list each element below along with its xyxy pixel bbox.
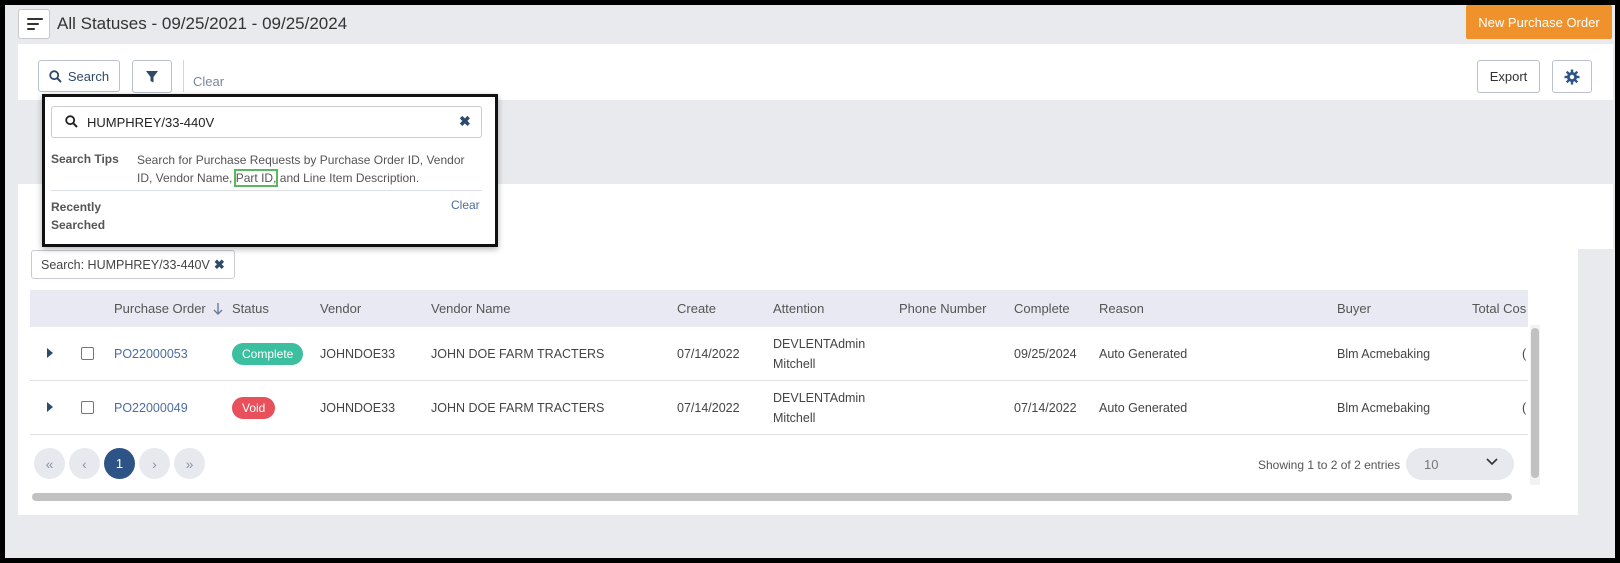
clear-filters-link[interactable]: Clear xyxy=(193,74,224,89)
toolbar: Search Clear Export xyxy=(18,44,1613,100)
attention-cell: DEVLENTAdmin xyxy=(773,337,866,351)
column-header-create[interactable]: Create xyxy=(677,301,716,316)
recently-searched-label: Recently Searched xyxy=(51,200,106,232)
total-cost-cell: ( xyxy=(1522,401,1527,415)
column-header-vendor-name[interactable]: Vendor Name xyxy=(431,301,511,316)
page-title: All Statuses - 09/25/2021 - 09/25/2024 xyxy=(57,14,348,33)
attention-cell-line2: Mitchell xyxy=(773,357,816,371)
attention-cell-line2: Mitchell xyxy=(773,411,816,425)
last-page-button[interactable]: » xyxy=(174,448,205,479)
chevron-left-icon: ‹ xyxy=(82,455,87,472)
menu-line-icon xyxy=(27,23,39,25)
vertical-scrollbar[interactable] xyxy=(1530,325,1540,485)
chevron-down-icon xyxy=(1486,458,1498,466)
vendor-cell: JOHNDOE33 xyxy=(320,401,396,415)
gear-icon xyxy=(1564,69,1580,84)
toolbar-divider xyxy=(183,60,184,92)
create-date-cell: 07/14/2022 xyxy=(677,401,740,415)
complete-date-cell: 09/25/2024 xyxy=(1014,347,1077,361)
search-icon xyxy=(65,115,78,128)
page-1-button[interactable]: 1 xyxy=(104,448,135,479)
search-tips-label: Search Tips xyxy=(51,152,119,166)
chevron-right-icon: › xyxy=(152,455,157,472)
column-header-purchase-order[interactable]: Purchase Order xyxy=(114,301,206,316)
sort-arrow-down-icon[interactable] xyxy=(213,303,223,315)
column-header-attention[interactable]: Attention xyxy=(773,301,824,316)
table-row[interactable]: PO22000053 Complete JOHNDOE33 JOHN DOE F… xyxy=(30,327,1528,381)
create-date-cell: 07/14/2022 xyxy=(677,347,740,361)
page-size-value: 10 xyxy=(1424,456,1439,472)
active-search-chip[interactable]: Search: HUMPHREY/33-440V ✖ xyxy=(31,250,235,279)
popup-divider xyxy=(51,190,482,191)
vertical-scrollbar-thumb[interactable] xyxy=(1531,328,1539,478)
export-button[interactable]: Export xyxy=(1477,60,1540,93)
search-tips-text: Search for Purchase Requests by Purchase… xyxy=(137,151,477,187)
vendor-name-cell: JOHN DOE FARM TRACTERS xyxy=(431,347,605,361)
next-page-button[interactable]: › xyxy=(139,448,170,479)
search-input[interactable]: HUMPHREY/33-440V ✖ xyxy=(51,106,482,138)
search-popup: HUMPHREY/33-440V ✖ Search Tips Search fo… xyxy=(42,94,498,247)
table-header: Purchase Order Status Vendor Vendor Name… xyxy=(30,290,1528,327)
previous-page-button[interactable]: ‹ xyxy=(69,448,100,479)
horizontal-scrollbar[interactable] xyxy=(32,493,1512,501)
clear-search-icon[interactable]: ✖ xyxy=(459,113,471,130)
entries-summary: Showing 1 to 2 of 2 entries xyxy=(1258,458,1401,472)
remove-filter-icon[interactable]: ✖ xyxy=(214,257,225,273)
new-purchase-order-button[interactable]: New Purchase Order xyxy=(1466,5,1612,39)
row-checkbox[interactable] xyxy=(81,401,94,414)
status-badge: Void xyxy=(232,397,276,419)
vendor-cell: JOHNDOE33 xyxy=(320,347,396,361)
hamburger-menu-button[interactable] xyxy=(18,9,50,39)
first-page-button[interactable]: « xyxy=(34,448,65,479)
search-input-value: HUMPHREY/33-440V xyxy=(87,115,215,130)
total-cost-cell: ( xyxy=(1522,347,1527,361)
search-icon xyxy=(49,69,62,83)
row-checkbox[interactable] xyxy=(81,347,94,360)
column-header-total-cost[interactable]: Total Cos xyxy=(1472,301,1526,316)
page-size-select[interactable]: 10 xyxy=(1406,448,1514,480)
search-button-label: Search xyxy=(67,68,110,84)
expand-row-icon[interactable] xyxy=(47,348,53,358)
reason-cell: Auto Generated xyxy=(1099,347,1188,361)
settings-button[interactable] xyxy=(1552,60,1592,93)
po-link[interactable]: PO22000053 xyxy=(114,347,188,361)
filter-icon xyxy=(146,70,158,82)
column-header-reason[interactable]: Reason xyxy=(1099,301,1144,316)
column-header-phone-number[interactable]: Phone Number xyxy=(899,301,986,316)
attention-cell: DEVLENTAdmin xyxy=(773,391,866,405)
column-header-complete[interactable]: Complete xyxy=(1014,301,1070,316)
reason-cell: Auto Generated xyxy=(1099,401,1188,415)
expand-row-icon[interactable] xyxy=(47,402,53,412)
filter-button[interactable] xyxy=(132,60,172,93)
purchase-order-table: Purchase Order Status Vendor Vendor Name… xyxy=(30,290,1528,438)
buyer-cell: Blm Acmebaking xyxy=(1337,347,1431,361)
complete-date-cell: 07/14/2022 xyxy=(1014,401,1077,415)
app-frame: All Statuses - 09/25/2021 - 09/25/2024 N… xyxy=(5,5,1615,558)
table-row[interactable]: PO22000049 Void JOHNDOE33 JOHN DOE FARM … xyxy=(30,381,1528,435)
search-button[interactable]: Search xyxy=(38,60,120,92)
menu-line-icon xyxy=(27,28,35,30)
active-search-chip-label: Search: HUMPHREY/33-440V xyxy=(41,257,210,272)
column-header-status[interactable]: Status xyxy=(232,301,269,316)
po-link[interactable]: PO22000049 xyxy=(114,401,188,415)
status-badge: Complete xyxy=(232,343,304,365)
double-chevron-left-icon: « xyxy=(45,455,54,472)
column-header-buyer[interactable]: Buyer xyxy=(1337,301,1371,316)
search-tips-text-end: and Line Item Description. xyxy=(279,171,420,185)
clear-recent-searches-link[interactable]: Clear xyxy=(451,198,480,212)
results-card: Search: HUMPHREY/33-440V ✖ Purchase Orde… xyxy=(18,249,1578,515)
buyer-cell: Blm Acmebaking xyxy=(1337,401,1431,415)
menu-line-icon xyxy=(27,18,43,20)
double-chevron-right-icon: » xyxy=(185,455,194,472)
highlighted-part-id: Part ID, xyxy=(233,169,279,187)
vendor-name-cell: JOHN DOE FARM TRACTERS xyxy=(431,401,605,415)
column-header-vendor[interactable]: Vendor xyxy=(320,301,361,316)
